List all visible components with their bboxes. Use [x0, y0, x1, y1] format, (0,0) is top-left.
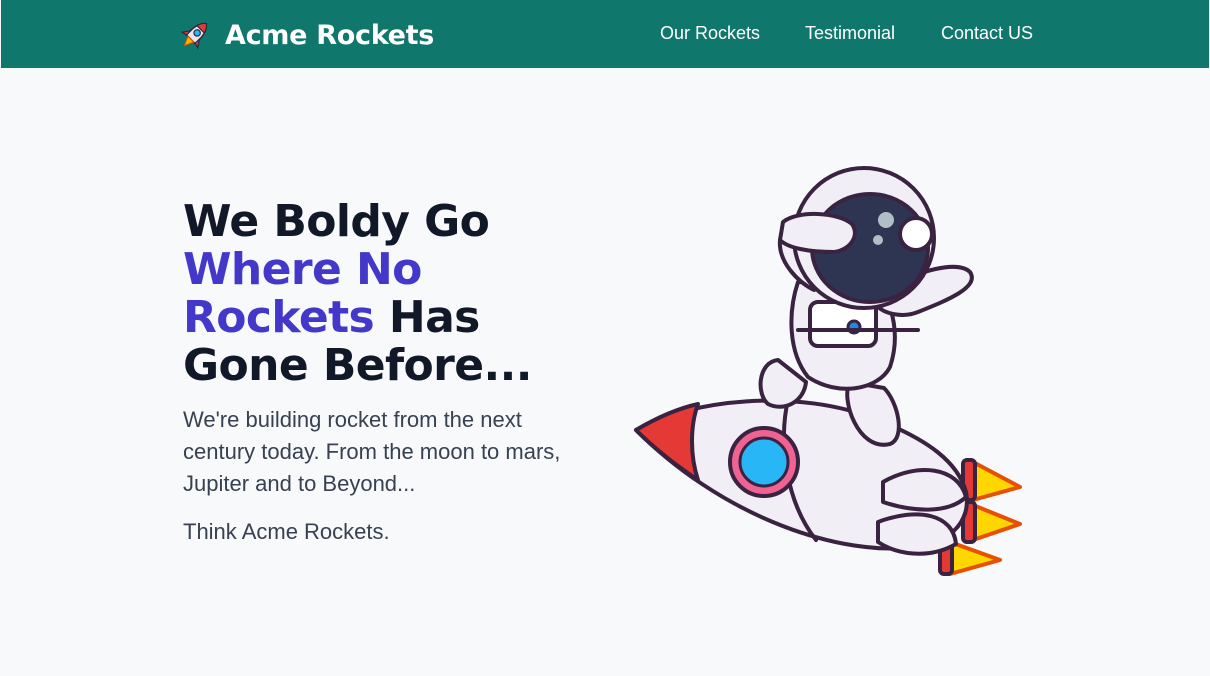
rocket-icon	[180, 22, 208, 50]
navbar: Acme Rockets Our Rockets Testimonial Con…	[1, 0, 1209, 68]
nav-link-testimonial[interactable]: Testimonial	[805, 23, 895, 44]
nav-link-contact-us[interactable]: Contact US	[941, 23, 1033, 44]
astronaut-rocket-illustration	[634, 166, 1022, 576]
brand-name: Acme Rockets	[225, 19, 435, 51]
brand-link[interactable]: Acme Rockets	[177, 15, 434, 55]
hero-headline: We Boldy Go Where No Rockets Has Gone Bef…	[183, 198, 613, 390]
headline-accent: Where No Rockets	[183, 244, 422, 343]
hero-lead: We're building rocket from the next cent…	[183, 407, 561, 496]
hero-text: We Boldy Go Where No Rockets Has Gone Bef…	[183, 198, 613, 548]
headline-part-1: We Boldy Go	[183, 196, 490, 247]
nav-link-our-rockets[interactable]: Our Rockets	[660, 23, 760, 44]
hero-tagline: Think Acme Rockets.	[183, 519, 390, 544]
